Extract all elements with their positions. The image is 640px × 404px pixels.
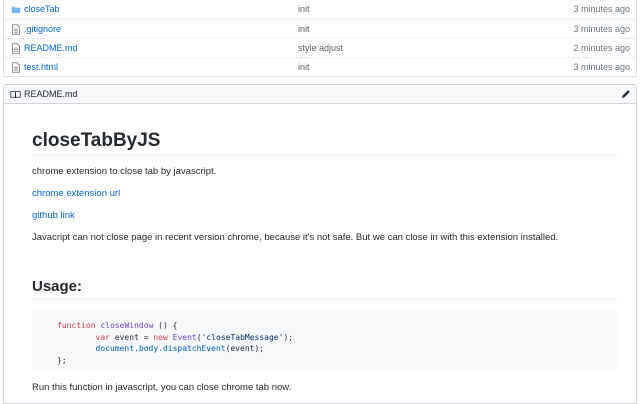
code-token: }; (57, 355, 67, 365)
code-token: () { (153, 321, 178, 330)
code-object: document.body.dispatchEvent (95, 344, 226, 353)
file-row-closeTab[interactable]: closeTab init 3 minutes ago (4, 0, 636, 19)
code-function-name: Event (172, 332, 197, 342)
commit-age: 3 minutes ago (573, 24, 630, 34)
commit-age: 2 minutes ago (573, 43, 630, 53)
commit-message-link[interactable]: init (298, 24, 310, 35)
commit-age: 3 minutes ago (573, 4, 630, 14)
readme-filename: README.md (24, 89, 78, 99)
code-text: function closeWindow () { var event = ne… (57, 321, 294, 365)
pencil-icon[interactable] (621, 89, 631, 99)
code-block: function closeWindow () { var event = ne… (32, 310, 617, 370)
code-function-name: closeWindow (100, 321, 154, 330)
code-keyword: var (95, 332, 110, 342)
file-link[interactable]: test.html (24, 62, 58, 73)
commit-message-link[interactable]: init (298, 4, 310, 15)
code-token: event = (109, 332, 154, 342)
description-text: chrome extension to close tab by javascr… (32, 166, 217, 177)
file-link[interactable]: .gitignore (24, 24, 61, 35)
readme-panel: README.md closeTabByJS chrome extension … (3, 84, 637, 404)
file-text-icon (12, 24, 20, 35)
file-text-icon (12, 62, 20, 73)
explanation-paragraph: Javacript can not close page in recent v… (32, 232, 559, 243)
title-divider (32, 155, 617, 156)
usage-divider (32, 299, 617, 300)
book-icon (10, 90, 21, 99)
code-keyword: function (57, 321, 96, 330)
code-keyword: new (153, 332, 168, 342)
file-link[interactable]: README.md (24, 43, 78, 54)
commit-message-link[interactable]: style adjust (298, 43, 343, 54)
folder-icon (11, 6, 21, 14)
commit-age: 3 minutes ago (573, 62, 630, 72)
file-text-icon (12, 43, 20, 54)
code-token: ); (283, 332, 294, 342)
chrome-extension-link[interactable]: chrome extension url (32, 187, 120, 201)
code-string: 'closeTabMessage' (201, 332, 284, 342)
file-link[interactable]: closeTab (24, 4, 60, 15)
file-row-gitignore[interactable]: .gitignore init 3 minutes ago (4, 19, 636, 38)
footer-text: Run this function in javascript, you can… (32, 382, 292, 393)
file-list: closeTab init 3 minutes ago .gitignore i… (3, 0, 637, 77)
usage-heading: Usage: (32, 278, 83, 295)
readme-header: README.md (4, 85, 636, 104)
commit-message-link[interactable]: init (298, 62, 310, 73)
github-link[interactable]: github link (32, 209, 75, 223)
readme-title: closeTabByJS (32, 130, 161, 151)
code-token: (event); (225, 344, 265, 353)
file-row-test-html[interactable]: test.html init 3 minutes ago (4, 57, 636, 76)
file-row-readme[interactable]: README.md style adjust 2 minutes ago (4, 38, 636, 57)
